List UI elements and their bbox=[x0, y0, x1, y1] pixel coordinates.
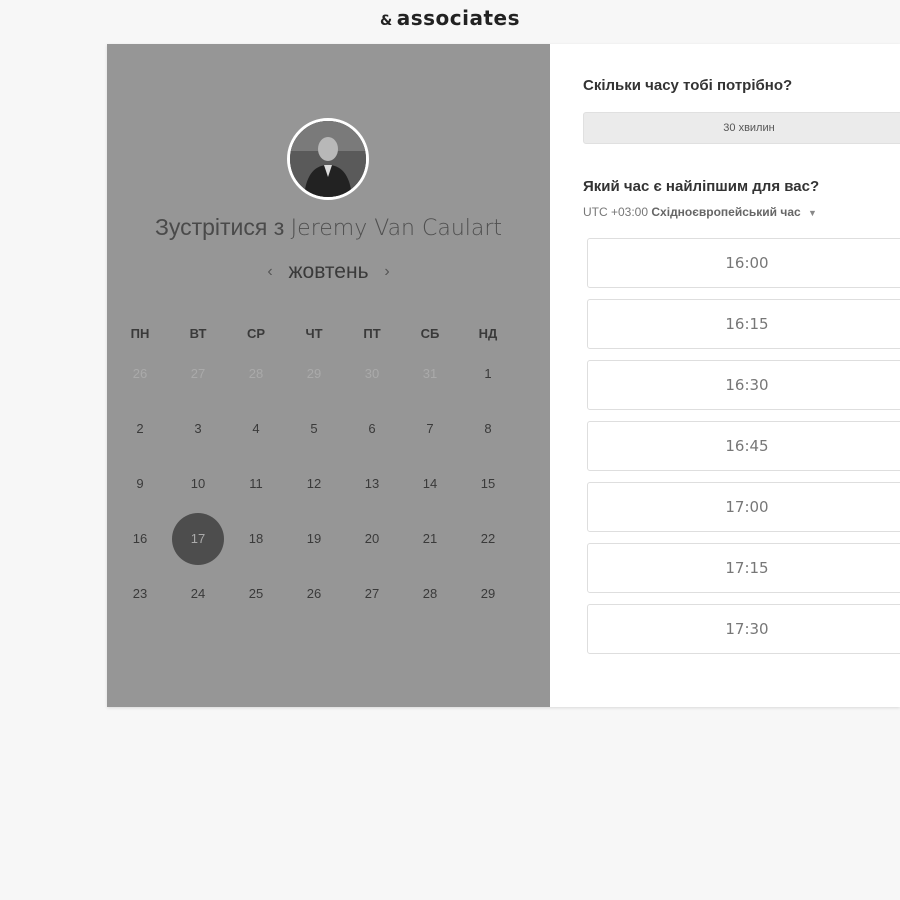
calendar-day[interactable]: 21 bbox=[401, 531, 459, 546]
calendar-day[interactable]: 15 bbox=[459, 476, 517, 491]
timezone-name: Східноєвропейський час bbox=[651, 205, 801, 219]
weekday-label: НД bbox=[478, 325, 498, 341]
brand-ampersand: & bbox=[380, 13, 393, 29]
calendar-day[interactable]: 22 bbox=[459, 531, 517, 546]
calendar-day[interactable]: 26 bbox=[285, 586, 343, 601]
host-name: Jeremy Van Caulart bbox=[290, 216, 503, 241]
calendar-day-outside: 30 bbox=[364, 366, 380, 381]
calendar-day[interactable]: 28 bbox=[401, 586, 459, 601]
calendar-panel: Зустрітися з Jeremy Van Caulart ‹ жовтен… bbox=[107, 44, 550, 707]
calendar-day[interactable]: 10 bbox=[169, 476, 227, 491]
selected-day-label: 17 bbox=[190, 531, 206, 546]
calendar-day[interactable]: 11 bbox=[227, 476, 285, 491]
calendar-day-outside: 28 bbox=[248, 366, 264, 381]
duration-selector[interactable]: 30 хвилин bbox=[583, 112, 900, 144]
calendar-day[interactable]: 29 bbox=[459, 586, 517, 601]
duration-question: Скільки часу тобі потрібно? bbox=[583, 77, 793, 94]
calendar-day[interactable]: 27 bbox=[343, 586, 401, 601]
calendar-day-outside: 27 bbox=[190, 366, 206, 381]
calendar-day[interactable]: 5 bbox=[285, 421, 343, 436]
calendar-day-outside: 26 bbox=[132, 366, 148, 381]
month-label: жовтень bbox=[288, 260, 369, 283]
calendar-day[interactable]: 20 bbox=[343, 531, 401, 546]
calendar-day[interactable]: 6 bbox=[343, 421, 401, 436]
calendar-day[interactable]: 19 bbox=[285, 531, 343, 546]
calendar-week: 9 10 11 12 13 14 15 bbox=[111, 456, 547, 511]
calendar-day[interactable]: 18 bbox=[227, 531, 285, 546]
time-slot-button[interactable]: 17:00 bbox=[587, 482, 900, 532]
brand-logo: & associates bbox=[0, 6, 900, 30]
time-slot-button[interactable]: 16:45 bbox=[587, 421, 900, 471]
calendar-day[interactable]: 25 bbox=[227, 586, 285, 601]
weekday-label: ВТ bbox=[189, 325, 207, 341]
timezone-offset: UTC +03:00 bbox=[583, 205, 649, 219]
weekday-label: СР bbox=[246, 325, 266, 341]
calendar-day[interactable]: 24 bbox=[169, 586, 227, 601]
calendar-day[interactable]: 1 bbox=[459, 366, 517, 381]
calendar-day[interactable]: 7 bbox=[401, 421, 459, 436]
time-slot-button[interactable]: 16:15 bbox=[587, 299, 900, 349]
time-slot-button[interactable]: 16:30 bbox=[587, 360, 900, 410]
time-selection-panel: Скільки часу тобі потрібно? 30 хвилин Як… bbox=[550, 44, 900, 707]
calendar-day[interactable]: 16 bbox=[111, 531, 169, 546]
calendar-day-outside: 31 bbox=[422, 366, 438, 381]
calendar-day[interactable]: 13 bbox=[343, 476, 401, 491]
calendar-day[interactable]: 8 bbox=[459, 421, 517, 436]
time-slot-button[interactable]: 17:30 bbox=[587, 604, 900, 654]
calendar-grid: ПН ВТ СР ЧТ ПТ СБ НД 26 27 28 29 30 31 1… bbox=[111, 320, 547, 621]
time-slot-button[interactable]: 16:00 bbox=[587, 238, 900, 288]
month-navigation: ‹ жовтень › bbox=[107, 260, 550, 284]
weekday-label: ПН bbox=[130, 325, 150, 341]
calendar-day[interactable]: 23 bbox=[111, 586, 169, 601]
time-slot-button[interactable]: 17:15 bbox=[587, 543, 900, 593]
calendar-day-selected[interactable]: 17 bbox=[169, 512, 227, 565]
timezone-selector[interactable]: UTC +03:00 Східноєвропейський час ▼ bbox=[583, 205, 817, 219]
calendar-day[interactable]: 3 bbox=[169, 421, 227, 436]
weekday-label: ПТ bbox=[363, 325, 381, 341]
calendar-week: 23 24 25 26 27 28 29 bbox=[111, 566, 547, 621]
calendar-week: 2 3 4 5 6 7 8 bbox=[111, 401, 547, 456]
time-slot-list[interactable]: 16:00 16:15 16:30 16:45 17:00 17:15 17:3… bbox=[587, 238, 900, 656]
calendar-week: 26 27 28 29 30 31 1 bbox=[111, 346, 547, 401]
meeting-title: Зустрітися з Jeremy Van Caulart bbox=[107, 214, 550, 241]
time-question: Який час є найліпшим для вас? bbox=[583, 178, 820, 195]
calendar-day[interactable]: 12 bbox=[285, 476, 343, 491]
weekday-label: ЧТ bbox=[305, 325, 323, 341]
booking-card: Зустрітися з Jeremy Van Caulart ‹ жовтен… bbox=[107, 44, 900, 707]
calendar-day[interactable]: 9 bbox=[111, 476, 169, 491]
calendar-day[interactable]: 4 bbox=[227, 421, 285, 436]
prev-month-button[interactable]: ‹ bbox=[257, 263, 282, 280]
weekday-header-row: ПН ВТ СР ЧТ ПТ СБ НД bbox=[111, 320, 547, 346]
caret-down-icon: ▼ bbox=[808, 208, 817, 218]
calendar-day-outside: 29 bbox=[306, 366, 322, 381]
meet-prefix: Зустрітися з bbox=[154, 214, 285, 240]
calendar-day[interactable]: 14 bbox=[401, 476, 459, 491]
calendar-day[interactable]: 2 bbox=[111, 421, 169, 436]
calendar-week: 16 17 18 19 20 21 22 bbox=[111, 511, 547, 566]
weekday-label: СБ bbox=[420, 325, 440, 341]
avatar bbox=[287, 118, 369, 200]
brand-text: associates bbox=[396, 6, 520, 30]
next-month-button[interactable]: › bbox=[374, 263, 399, 280]
